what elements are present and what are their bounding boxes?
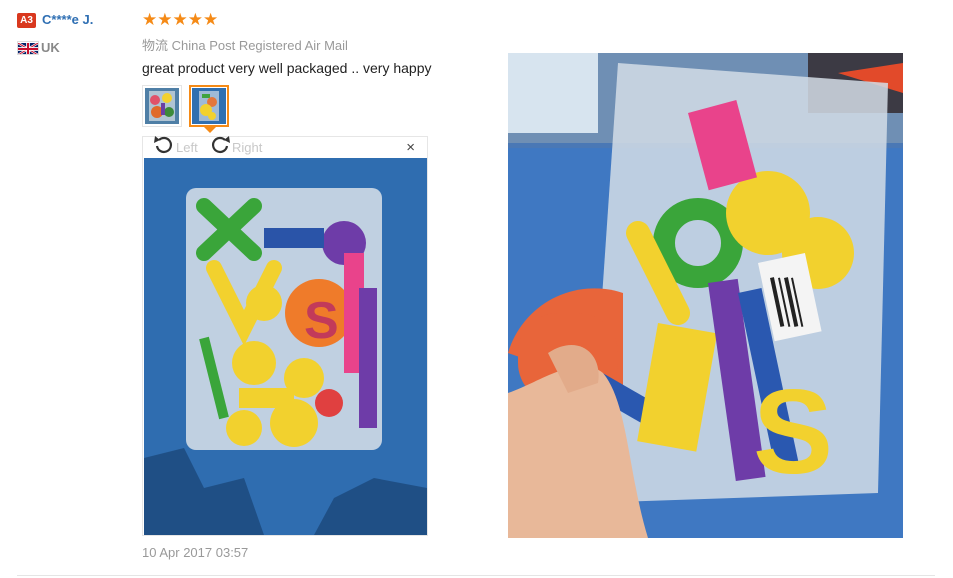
shipping-method: 物流 China Post Registered Air Mail [142, 38, 348, 53]
svg-text:S: S [304, 292, 339, 350]
rotate-left-button[interactable]: Left [153, 135, 198, 160]
uk-flag-icon [17, 41, 39, 55]
review-date: 10 Apr 2017 03:57 [142, 545, 249, 560]
viewer-toolbar: Left Right × [143, 135, 427, 160]
star-rating: ★★★★★ [142, 10, 219, 29]
rotate-left-label: Left [176, 139, 198, 155]
reviewer-country: UK [41, 40, 60, 55]
reviewer-name[interactable]: C****e J. [42, 12, 93, 27]
close-icon[interactable]: × [406, 140, 415, 155]
rotate-right-label: Right [232, 139, 263, 155]
rotate-right-icon [209, 135, 231, 160]
review-divider [17, 575, 935, 576]
review-photo-expanded: S [144, 158, 427, 535]
photo-viewer: Left Right × S [142, 135, 428, 536]
review-comment: great product very well packaged .. very… [142, 60, 432, 76]
review-photo-large[interactable]: S [508, 53, 903, 538]
review-photo-thumbnail-2[interactable] [189, 85, 229, 127]
review-photo-thumbnail-1[interactable] [142, 85, 182, 127]
user-level-badge: A3 [17, 13, 36, 28]
active-thumbnail-indicator [204, 127, 216, 133]
rotate-right-button[interactable]: Right [209, 135, 263, 160]
rotate-left-icon [153, 135, 175, 160]
svg-text:S: S [753, 365, 833, 499]
